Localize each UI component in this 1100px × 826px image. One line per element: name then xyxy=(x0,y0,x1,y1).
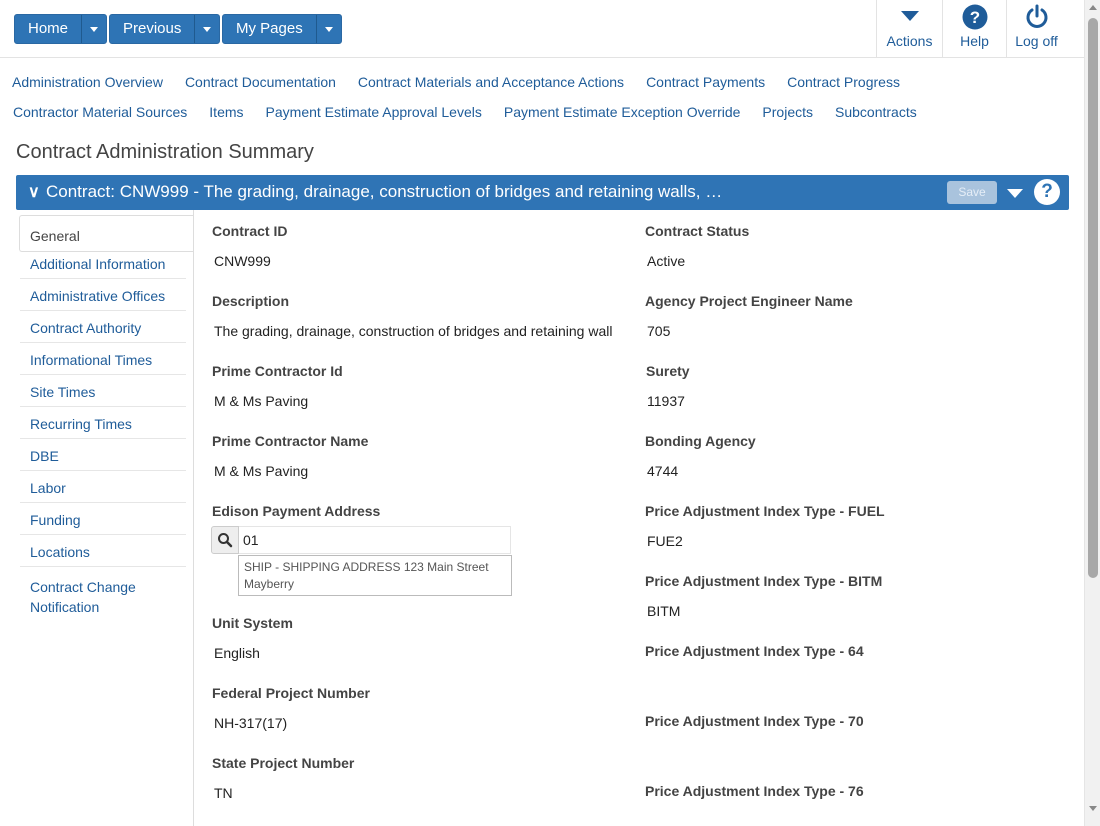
description-label: Description xyxy=(212,293,290,309)
pai-bitm-label: Price Adjustment Index Type - BITM xyxy=(645,573,883,589)
sidebar-item-informational-times[interactable]: Informational Times xyxy=(20,343,186,375)
nav-link-contractor-material-sources[interactable]: Contractor Material Sources xyxy=(13,104,187,120)
sidebar-item-contract-authority[interactable]: Contract Authority xyxy=(20,311,186,343)
nav-link-administration-overview[interactable]: Administration Overview xyxy=(12,74,163,90)
nav-link-contract-payments[interactable]: Contract Payments xyxy=(646,74,765,90)
agency-project-engineer-label: Agency Project Engineer Name xyxy=(645,293,853,309)
suggestion-line-1: SHIP - SHIPPING ADDRESS 123 Main Street xyxy=(244,560,489,574)
pai-fuel-label: Price Adjustment Index Type - FUEL xyxy=(645,503,885,519)
scroll-down-arrow-icon[interactable] xyxy=(1089,806,1097,811)
search-icon xyxy=(218,533,233,548)
sidebar-item-contract-change-notification[interactable]: Contract Change Notification xyxy=(20,572,170,626)
help-label: Help xyxy=(960,33,989,49)
unit-system-label: Unit System xyxy=(212,615,293,631)
page: Home Previous My Pages Actions ? Help Lo… xyxy=(0,0,1084,826)
scroll-up-arrow-icon[interactable] xyxy=(1089,5,1097,10)
help-icon: ? xyxy=(962,4,987,30)
pai-64-label: Price Adjustment Index Type - 64 xyxy=(645,643,864,659)
sidebar-item-dbe[interactable]: DBE xyxy=(20,439,186,471)
edison-payment-address-input[interactable] xyxy=(239,526,511,554)
edison-payment-address-label: Edison Payment Address xyxy=(212,503,381,519)
actions-caret-icon xyxy=(900,11,919,21)
contract-status-value: Active xyxy=(647,253,686,269)
contract-id-value: CNW999 xyxy=(214,253,271,269)
home-dropdown-caret-icon[interactable] xyxy=(82,15,106,43)
help-button[interactable]: ? Help xyxy=(942,0,1006,57)
sidebar-item-additional-information[interactable]: Additional Information xyxy=(20,247,186,279)
pai-76-label: Price Adjustment Index Type - 76 xyxy=(645,783,864,799)
bonding-agency-value: 4744 xyxy=(647,463,679,479)
sidebar-item-funding[interactable]: Funding xyxy=(20,503,186,535)
pai-fuel-value: FUE2 xyxy=(647,533,683,549)
page-title: Contract Administration Summary xyxy=(16,141,314,163)
bonding-agency-label: Bonding Agency xyxy=(645,433,756,449)
sidebar-item-administrative-offices[interactable]: Administrative Offices xyxy=(20,279,186,311)
nav-links-row-2: Contractor Material Sources Items Paymen… xyxy=(13,104,939,120)
save-button[interactable]: Save xyxy=(947,181,997,204)
nav-link-projects[interactable]: Projects xyxy=(762,104,813,120)
nav-link-items[interactable]: Items xyxy=(209,104,243,120)
nav-link-payment-estimate-exception-override[interactable]: Payment Estimate Exception Override xyxy=(504,104,741,120)
log-off-label: Log off xyxy=(1015,33,1058,49)
collapse-chevron-icon[interactable]: ∨ xyxy=(28,182,40,202)
prime-contractor-id-value: M & Ms Paving xyxy=(214,393,309,409)
vertical-scrollbar[interactable] xyxy=(1084,0,1100,826)
sidebar-item-locations[interactable]: Locations xyxy=(20,535,186,567)
prime-contractor-id-label: Prime Contractor Id xyxy=(212,363,343,379)
pai-70-label: Price Adjustment Index Type - 70 xyxy=(645,713,864,729)
surety-value: 11937 xyxy=(647,393,685,409)
federal-project-number-label: Federal Project Number xyxy=(212,685,370,701)
pai-bitm-value: BITM xyxy=(647,603,681,619)
nav-link-contract-documentation[interactable]: Contract Documentation xyxy=(185,74,336,90)
agency-project-engineer-value: 705 xyxy=(647,323,671,339)
section-sidebar: General Additional Information Administr… xyxy=(0,210,194,826)
contract-banner[interactable]: ∨ Contract: CNW999 - The grading, draina… xyxy=(16,175,1069,210)
previous-button[interactable]: Previous xyxy=(110,15,196,43)
my-pages-button[interactable]: My Pages xyxy=(223,15,317,43)
prime-contractor-name-value: M & Ms Paving xyxy=(214,463,309,479)
edison-payment-address-field xyxy=(211,525,512,555)
actions-label: Actions xyxy=(886,33,933,49)
state-project-number-label: State Project Number xyxy=(212,755,355,771)
unit-system-value: English xyxy=(214,645,260,661)
banner-help-icon[interactable]: ? xyxy=(1034,179,1060,205)
contract-banner-title: Contract: CNW999 - The grading, drainage… xyxy=(46,182,723,201)
previous-button-group: Previous xyxy=(109,14,221,44)
state-project-number-value: TN xyxy=(214,785,233,801)
previous-dropdown-caret-icon[interactable] xyxy=(195,15,219,43)
address-suggestion-item[interactable]: SHIP - SHIPPING ADDRESS 123 Main Street … xyxy=(238,555,512,596)
log-off-button[interactable]: Log off xyxy=(1006,0,1066,57)
home-button-group: Home xyxy=(14,14,108,44)
nav-link-subcontracts[interactable]: Subcontracts xyxy=(835,104,917,120)
prime-contractor-name-label: Prime Contractor Name xyxy=(212,433,369,449)
nav-link-payment-estimate-approval-levels[interactable]: Payment Estimate Approval Levels xyxy=(266,104,482,120)
power-icon xyxy=(1026,4,1047,28)
surety-label: Surety xyxy=(646,363,690,379)
sidebar-item-recurring-times[interactable]: Recurring Times xyxy=(20,407,186,439)
my-pages-dropdown-caret-icon[interactable] xyxy=(317,15,341,43)
nav-link-contract-progress[interactable]: Contract Progress xyxy=(787,74,900,90)
actions-button[interactable]: Actions xyxy=(876,0,942,57)
home-button[interactable]: Home xyxy=(15,15,83,43)
svg-text:?: ? xyxy=(969,8,979,27)
my-pages-button-group: My Pages xyxy=(222,14,342,44)
sidebar-item-labor[interactable]: Labor xyxy=(20,471,186,503)
contract-id-label: Contract ID xyxy=(212,223,288,239)
description-value: The grading, drainage, construction of b… xyxy=(214,323,613,339)
federal-project-number-value: NH-317(17) xyxy=(214,715,288,731)
contract-status-label: Contract Status xyxy=(645,223,750,239)
banner-dropdown-caret-icon[interactable] xyxy=(1007,189,1023,198)
search-button[interactable] xyxy=(211,526,239,554)
scrollbar-thumb[interactable] xyxy=(1088,18,1098,578)
nav-link-contract-materials[interactable]: Contract Materials and Acceptance Action… xyxy=(358,74,624,90)
nav-links-row-1: Administration Overview Contract Documen… xyxy=(12,74,922,90)
sidebar-item-site-times[interactable]: Site Times xyxy=(20,375,186,407)
top-toolbar: Home Previous My Pages Actions ? Help Lo… xyxy=(0,0,1084,58)
suggestion-line-2: Mayberry xyxy=(244,577,295,591)
